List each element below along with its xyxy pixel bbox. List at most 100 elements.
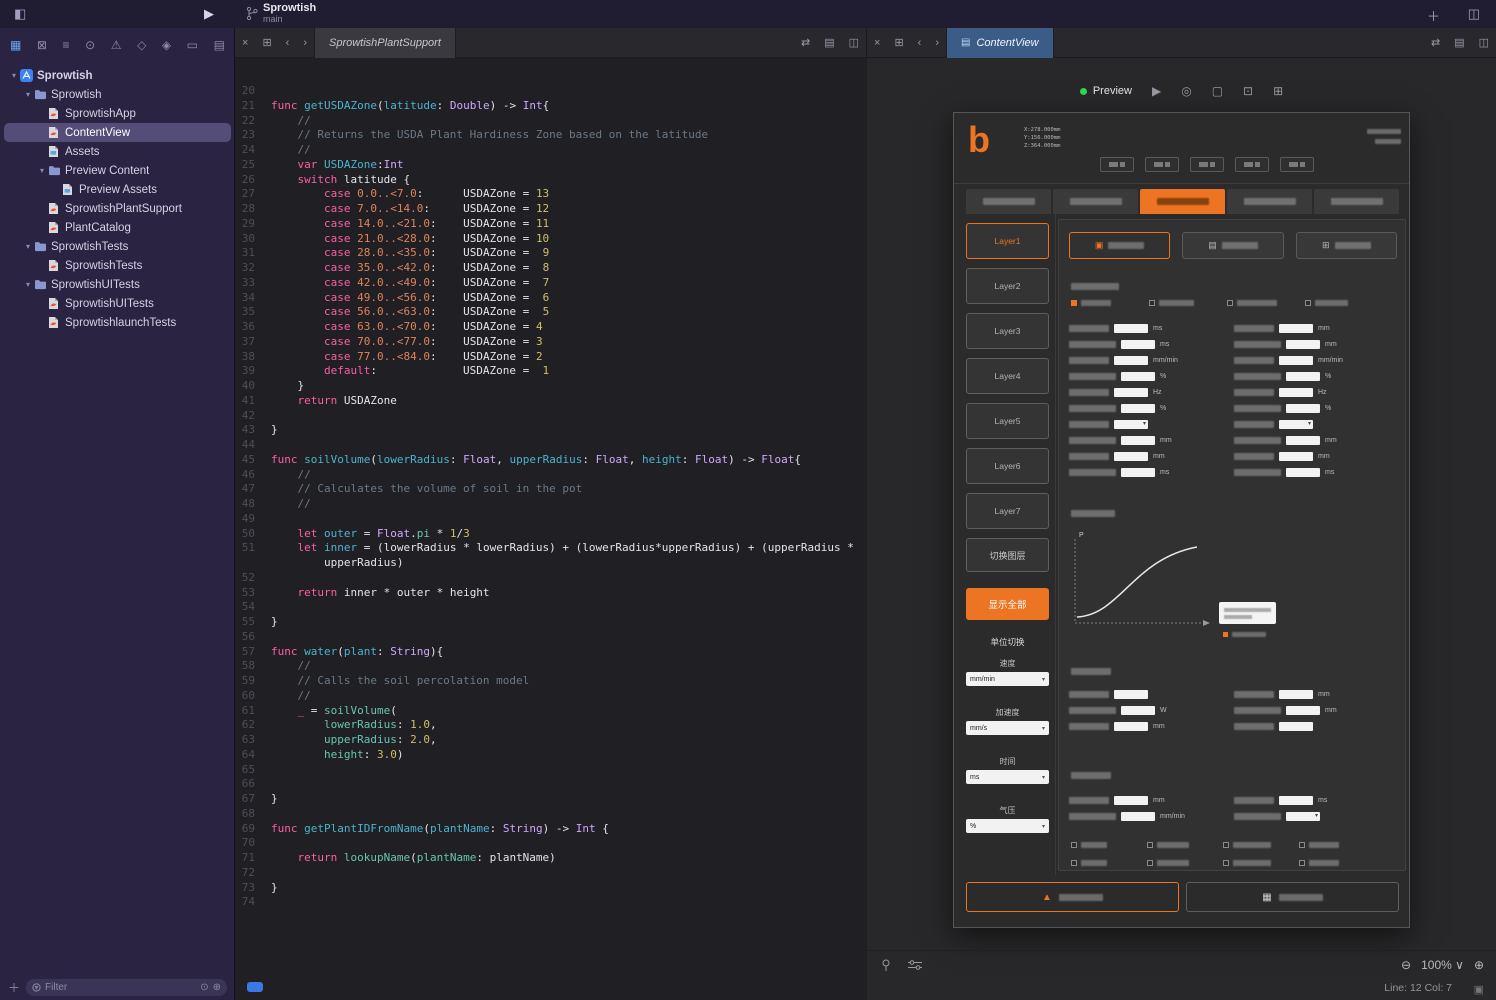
panel-button-2[interactable]: ▤ xyxy=(1182,232,1283,259)
param-input[interactable] xyxy=(1114,796,1148,805)
canvas-code-review-icon[interactable]: ⇄ xyxy=(1424,36,1447,49)
disclosure-icon[interactable]: ▾ xyxy=(36,166,48,175)
param-input[interactable] xyxy=(1279,356,1313,365)
param-input[interactable] xyxy=(1114,388,1148,397)
sidebar-item-sprowtishapp[interactable]: SprowtishApp xyxy=(4,104,231,123)
mode-radio[interactable] xyxy=(1149,300,1215,306)
back-icon[interactable]: ‹ xyxy=(279,37,297,49)
option-checkbox[interactable] xyxy=(1071,842,1133,848)
minimap-icon[interactable]: ▤ xyxy=(817,36,841,49)
sidebar-item-sprowtishlaunchtests[interactable]: SprowtishlaunchTests xyxy=(4,313,231,332)
param-input[interactable] xyxy=(1279,388,1313,397)
header-tool-button[interactable] xyxy=(1235,157,1269,172)
layer-button-3[interactable]: Layer3 xyxy=(966,313,1049,349)
param-input[interactable] xyxy=(1286,404,1320,413)
mode-radio[interactable] xyxy=(1071,300,1137,306)
unit-select[interactable]: %▾ xyxy=(966,819,1049,833)
device-tab-2[interactable] xyxy=(1053,189,1138,214)
panel-button-1[interactable]: ▣ xyxy=(1069,232,1170,259)
mode-radio[interactable] xyxy=(1227,300,1293,306)
param-input[interactable] xyxy=(1121,812,1155,821)
layer-button-5[interactable]: Layer5 xyxy=(966,403,1049,439)
sidebar-item-sprowtish[interactable]: ▾Sprowtish xyxy=(4,66,231,85)
disclosure-icon[interactable]: ▾ xyxy=(8,71,20,80)
editor-mode-icon[interactable]: ▣ xyxy=(1474,983,1484,996)
param-input[interactable] xyxy=(1121,468,1155,477)
param-input[interactable] xyxy=(1121,372,1155,381)
filter-field[interactable]: Filter ⊙ ⊕ xyxy=(26,979,227,996)
layer-button-7[interactable]: Layer7 xyxy=(966,493,1049,529)
pin-icon[interactable] xyxy=(879,958,893,972)
add-editor-icon[interactable]: ◫ xyxy=(842,36,866,49)
param-input[interactable] xyxy=(1121,340,1155,349)
sidebar-item-preview-content[interactable]: ▾Preview Content xyxy=(4,161,231,180)
sidebar-item-sprowtishtests[interactable]: SprowtishTests xyxy=(4,256,231,275)
canvas-settings-icon[interactable] xyxy=(907,959,923,971)
duplicate-preview-icon[interactable]: ⊞ xyxy=(1273,84,1283,98)
unit-select[interactable]: mm/min▾ xyxy=(966,672,1049,686)
switch-layer-button[interactable]: 切换图层 xyxy=(966,538,1049,572)
param-input[interactable] xyxy=(1114,356,1148,365)
close-editor-icon[interactable]: × xyxy=(235,37,255,49)
unit-select[interactable]: mm/s▾ xyxy=(966,721,1049,735)
run-button[interactable]: ▶ xyxy=(204,6,214,22)
layer-button-4[interactable]: Layer4 xyxy=(966,358,1049,394)
param-input[interactable] xyxy=(1279,452,1313,461)
disclosure-icon[interactable]: ▾ xyxy=(22,280,34,289)
breakpoints-icon[interactable]: ▭ xyxy=(187,38,198,52)
param-input[interactable] xyxy=(1286,468,1320,477)
param-input[interactable] xyxy=(1279,324,1313,333)
canvas-forward-icon[interactable]: › xyxy=(928,37,946,49)
bookmarks-icon[interactable]: ≡ xyxy=(63,38,70,52)
option-checkbox[interactable] xyxy=(1147,860,1209,866)
reports-icon[interactable]: ▤ xyxy=(214,38,225,52)
header-tool-button[interactable] xyxy=(1280,157,1314,172)
zoom-level[interactable]: 100% ∨ xyxy=(1421,958,1464,972)
device-tab-5[interactable] xyxy=(1314,189,1399,214)
source-control-icon[interactable]: ⊠ xyxy=(37,38,47,52)
show-all-button[interactable]: 显示全部 xyxy=(966,588,1049,620)
code-review-icon[interactable]: ⇄ xyxy=(794,36,817,49)
sidebar-item-sprowtishplantsupport[interactable]: SprowtishPlantSupport xyxy=(4,199,231,218)
param-input[interactable] xyxy=(1114,452,1148,461)
device-tab-4[interactable] xyxy=(1227,189,1312,214)
variants-icon[interactable]: ▢ xyxy=(1212,84,1223,98)
param-input[interactable] xyxy=(1121,436,1155,445)
sidebar-item-sprowtishtests[interactable]: ▾SprowtishTests xyxy=(4,237,231,256)
zoom-out-icon[interactable]: ⊖ xyxy=(1401,958,1411,972)
code-editor[interactable]: 20 21func getUSDAZone(latitude: Double) … xyxy=(235,58,867,1000)
editor-layout-icon[interactable]: ◫ xyxy=(1468,6,1480,22)
option-checkbox[interactable] xyxy=(1147,842,1209,848)
unit-select[interactable]: ms▾ xyxy=(966,770,1049,784)
option-checkbox[interactable] xyxy=(1299,842,1361,848)
project-status[interactable]: Sprowtish main xyxy=(263,3,316,25)
find-icon[interactable]: ⊙ xyxy=(85,38,95,52)
param-input[interactable] xyxy=(1121,706,1155,715)
header-tool-button[interactable] xyxy=(1100,157,1134,172)
add-button[interactable]: ＋ xyxy=(1427,6,1440,25)
param-input[interactable]: ▾ xyxy=(1279,420,1313,429)
mode-radio[interactable] xyxy=(1305,300,1371,306)
scm-filter-icon[interactable]: ⊕ xyxy=(213,982,221,993)
project-navigator-icon[interactable]: ▦ xyxy=(10,38,21,52)
param-input[interactable] xyxy=(1286,372,1320,381)
selectable-mode-icon[interactable]: ◎ xyxy=(1181,84,1191,98)
param-input[interactable] xyxy=(1114,722,1148,731)
sidebar-item-preview-assets[interactable]: Preview Assets xyxy=(4,180,231,199)
close-canvas-icon[interactable]: × xyxy=(867,37,887,49)
option-checkbox[interactable] xyxy=(1071,860,1133,866)
primary-action-button[interactable]: ▲ xyxy=(966,882,1179,912)
layer-button-1[interactable]: Layer1 xyxy=(966,223,1049,259)
recent-filter-icon[interactable]: ⊙ xyxy=(200,982,208,993)
header-tool-button[interactable] xyxy=(1145,157,1179,172)
zoom-in-icon[interactable]: ⊕ xyxy=(1474,958,1484,972)
param-input[interactable] xyxy=(1121,404,1155,413)
forward-icon[interactable]: › xyxy=(296,37,314,49)
disclosure-icon[interactable]: ▾ xyxy=(22,90,34,99)
debug-icon[interactable]: ◈ xyxy=(162,38,171,52)
panel-button-3[interactable]: ⊞ xyxy=(1296,232,1397,259)
tab-contentview[interactable]: ▤ ContentView xyxy=(946,28,1054,58)
canvas-related-items-icon[interactable]: ⊞ xyxy=(887,36,910,49)
param-input[interactable] xyxy=(1114,324,1148,333)
live-preview-icon[interactable]: ▶ xyxy=(1152,84,1161,98)
